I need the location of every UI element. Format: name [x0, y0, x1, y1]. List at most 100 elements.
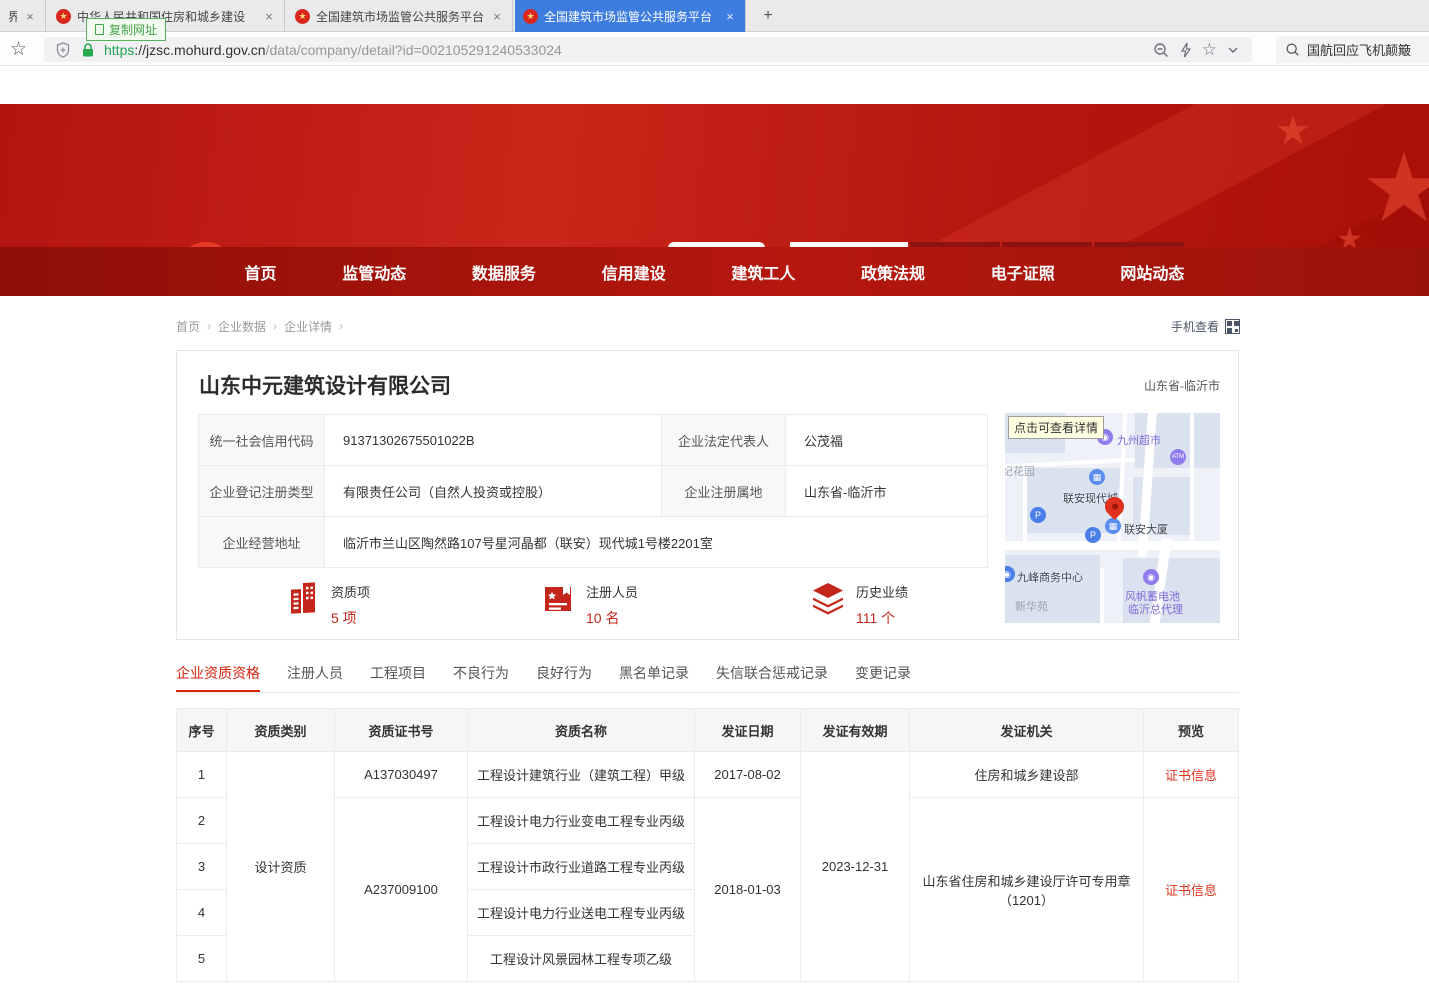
legal-rep-value: 公茂福 [786, 415, 988, 466]
nav-item-home[interactable]: 首页 [245, 260, 277, 284]
issue-date-cell: 2017-08-02 [695, 752, 801, 798]
nav-item-supervision[interactable]: 监管动态 [342, 260, 406, 284]
zoom-out-icon[interactable] [1152, 41, 1170, 59]
battery-marker-icon: ◉ [1143, 569, 1159, 585]
qualification-table: 序号 资质类别 资质证书号 资质名称 发证日期 发证有效期 发证机关 预览 1 … [176, 708, 1239, 982]
tab-good-behavior[interactable]: 良好行为 [536, 663, 592, 692]
issue-date-cell: 2018-01-03 [695, 798, 801, 982]
breadcrumb-company-data[interactable]: 企业数据 [218, 318, 266, 335]
nav-item-data-service[interactable]: 数据服务 [472, 260, 536, 284]
map-label-garden: 纪花园 [1005, 463, 1035, 479]
company-info-table: 统一社会信用代码 91371302675501022B 企业法定代表人 公茂福 … [198, 414, 988, 568]
reg-region-value: 山东省-临沂市 [786, 466, 988, 517]
address-value: 临沂市兰山区陶然路107号星河晶都（联安）现代城1号楼2201室 [325, 517, 988, 568]
hot-search-text: 国航回应飞机颠簸 [1307, 40, 1411, 59]
seq-cell: 5 [177, 936, 227, 982]
tab-title: 全国建筑市场监管公共服务平台 [544, 8, 717, 25]
browser-tab-cutoff[interactable]: 界 × [0, 0, 46, 32]
favorite-star-icon[interactable]: ☆ [1202, 41, 1217, 59]
address-bar[interactable]: https://jzsc.mohurd.gov.cn/data/company/… [44, 37, 1252, 62]
credit-code-value: 91371302675501022B [325, 415, 662, 466]
shield-icon[interactable] [54, 41, 72, 59]
qual-name-cell: 工程设计市政行业道路工程专业丙级 [468, 844, 695, 890]
company-name: 山东中元建筑设计有限公司 [199, 370, 451, 400]
close-icon[interactable]: × [23, 9, 37, 24]
map-tooltip[interactable]: 点击可查看详情 [1008, 416, 1104, 439]
nav-item-license[interactable]: 电子证照 [991, 260, 1055, 284]
new-tab-icon[interactable]: + [756, 4, 780, 28]
browser-search-box[interactable]: 国航回应飞机颠簸 [1276, 36, 1429, 63]
map-label-xinhuayuan: 新华苑 [1015, 598, 1048, 614]
tab-change-records[interactable]: 变更记录 [855, 663, 911, 692]
browser-tab-jzsc[interactable]: ★ 全国建筑市场监管公共服务平台 × [287, 0, 513, 32]
seq-cell: 2 [177, 798, 227, 844]
url-domain: ://jzsc.mohurd.gov.cn [134, 42, 265, 58]
tab-projects[interactable]: 工程项目 [370, 663, 426, 692]
stat-registered-personnel: 注册人员 10 名 [540, 581, 638, 628]
stat-value: 10 名 [586, 608, 638, 628]
nav-item-workers[interactable]: 建筑工人 [731, 260, 795, 284]
cert-no-cell: A137030497 [335, 752, 468, 798]
tab-dishonesty[interactable]: 失信联合惩戒记录 [716, 663, 828, 692]
seq-cell: 1 [177, 752, 227, 798]
breadcrumb-separator: › [339, 319, 343, 333]
col-header: 资质名称 [468, 709, 695, 752]
breadcrumb-separator: › [207, 319, 211, 333]
close-icon[interactable]: × [723, 9, 737, 24]
flag-star-icon: ★ [1361, 132, 1429, 244]
location-map[interactable]: 点击可查看详情 ◉ 九州超市 ATM 纪花园 ▦ 联安现代城 ▦ 联安大厦 P … [1005, 413, 1220, 623]
url-protocol: https [104, 42, 134, 58]
chevron-down-icon[interactable] [1224, 41, 1242, 59]
stat-value: 5 项 [331, 608, 370, 628]
registered-personnel-icon [540, 581, 576, 617]
browser-tab-active[interactable]: ★ 全国建筑市场监管公共服务平台 × [515, 0, 746, 32]
table-row: 1 设计资质 A137030497 工程设计建筑行业（建筑工程）甲级 2017-… [177, 752, 1239, 798]
copy-url-label: 复制网址 [109, 21, 157, 38]
emblem-favicon-icon: ★ [56, 9, 71, 24]
bookmark-star-icon[interactable]: ☆ [10, 38, 27, 61]
preview-cell: 证书信息 [1144, 752, 1239, 798]
breadcrumb-home[interactable]: 首页 [176, 318, 200, 335]
tab-registered-personnel[interactable]: 注册人员 [287, 663, 343, 692]
map-label-business-center: 九峰商务中心 [1017, 569, 1083, 585]
close-icon[interactable]: × [262, 9, 276, 24]
copy-icon [95, 24, 104, 35]
seq-cell: 3 [177, 844, 227, 890]
parking-marker-icon: P [1030, 507, 1046, 523]
tab-bad-behavior[interactable]: 不良行为 [453, 663, 509, 692]
mobile-view-button[interactable]: 手机查看 [1171, 318, 1240, 335]
nav-item-policy[interactable]: 政策法规 [861, 260, 925, 284]
browser-tab-mohurd[interactable]: ★ 中华人民共和国住房和城乡建设 × [48, 0, 285, 32]
copy-url-tooltip: 复制网址 [86, 18, 166, 41]
tab-qualifications[interactable]: 企业资质资格 [176, 663, 260, 692]
browser-toolbar: ☆ https://jzsc.mohurd.gov.cn/data/compan… [0, 33, 1429, 66]
col-header: 序号 [177, 709, 227, 752]
field-label: 统一社会信用代码 [199, 415, 325, 466]
stat-value: 111 个 [856, 608, 908, 628]
table-row: 2 A237009100 工程设计电力行业变电工程专业丙级 2018-01-03… [177, 798, 1239, 844]
company-stats: 资质项 5 项 注册人员 10 名 [198, 579, 987, 631]
authority-cell: 山东省住房和城乡建设厅许可专用章 （1201） [910, 798, 1144, 982]
nav-item-news[interactable]: 网站动态 [1120, 260, 1184, 284]
certificate-info-link[interactable]: 证书信息 [1165, 768, 1217, 783]
col-header: 资质类别 [227, 709, 335, 752]
main-nav: 首页 监管动态 数据服务 信用建设 建筑工人 政策法规 电子证照 网站动态 [0, 247, 1429, 296]
field-label: 企业法定代表人 [662, 415, 786, 466]
mobile-view-label: 手机查看 [1171, 318, 1219, 335]
company-panel: 山东中元建筑设计有限公司 山东省-临沂市 统一社会信用代码 9137130267… [176, 350, 1239, 640]
tab-title: 界 [8, 8, 17, 25]
page-url[interactable]: https://jzsc.mohurd.gov.cn/data/company/… [104, 42, 562, 58]
close-icon[interactable]: × [490, 9, 504, 24]
qual-name-cell: 工程设计风景园林工程专项乙级 [468, 936, 695, 982]
map-label-supermarket: 九州超市 [1117, 432, 1161, 448]
valid-until-cell: 2023-12-31 [801, 752, 910, 982]
nav-item-credit[interactable]: 信用建设 [602, 260, 666, 284]
certificate-info-link[interactable]: 证书信息 [1165, 883, 1217, 898]
breadcrumb-separator: › [273, 319, 277, 333]
preview-cell: 证书信息 [1144, 798, 1239, 982]
breadcrumb-company-detail[interactable]: 企业详情 [284, 318, 332, 335]
col-header: 资质证书号 [335, 709, 468, 752]
tab-blacklist[interactable]: 黑名单记录 [619, 663, 689, 692]
flash-icon[interactable] [1177, 41, 1195, 59]
seq-cell: 4 [177, 890, 227, 936]
